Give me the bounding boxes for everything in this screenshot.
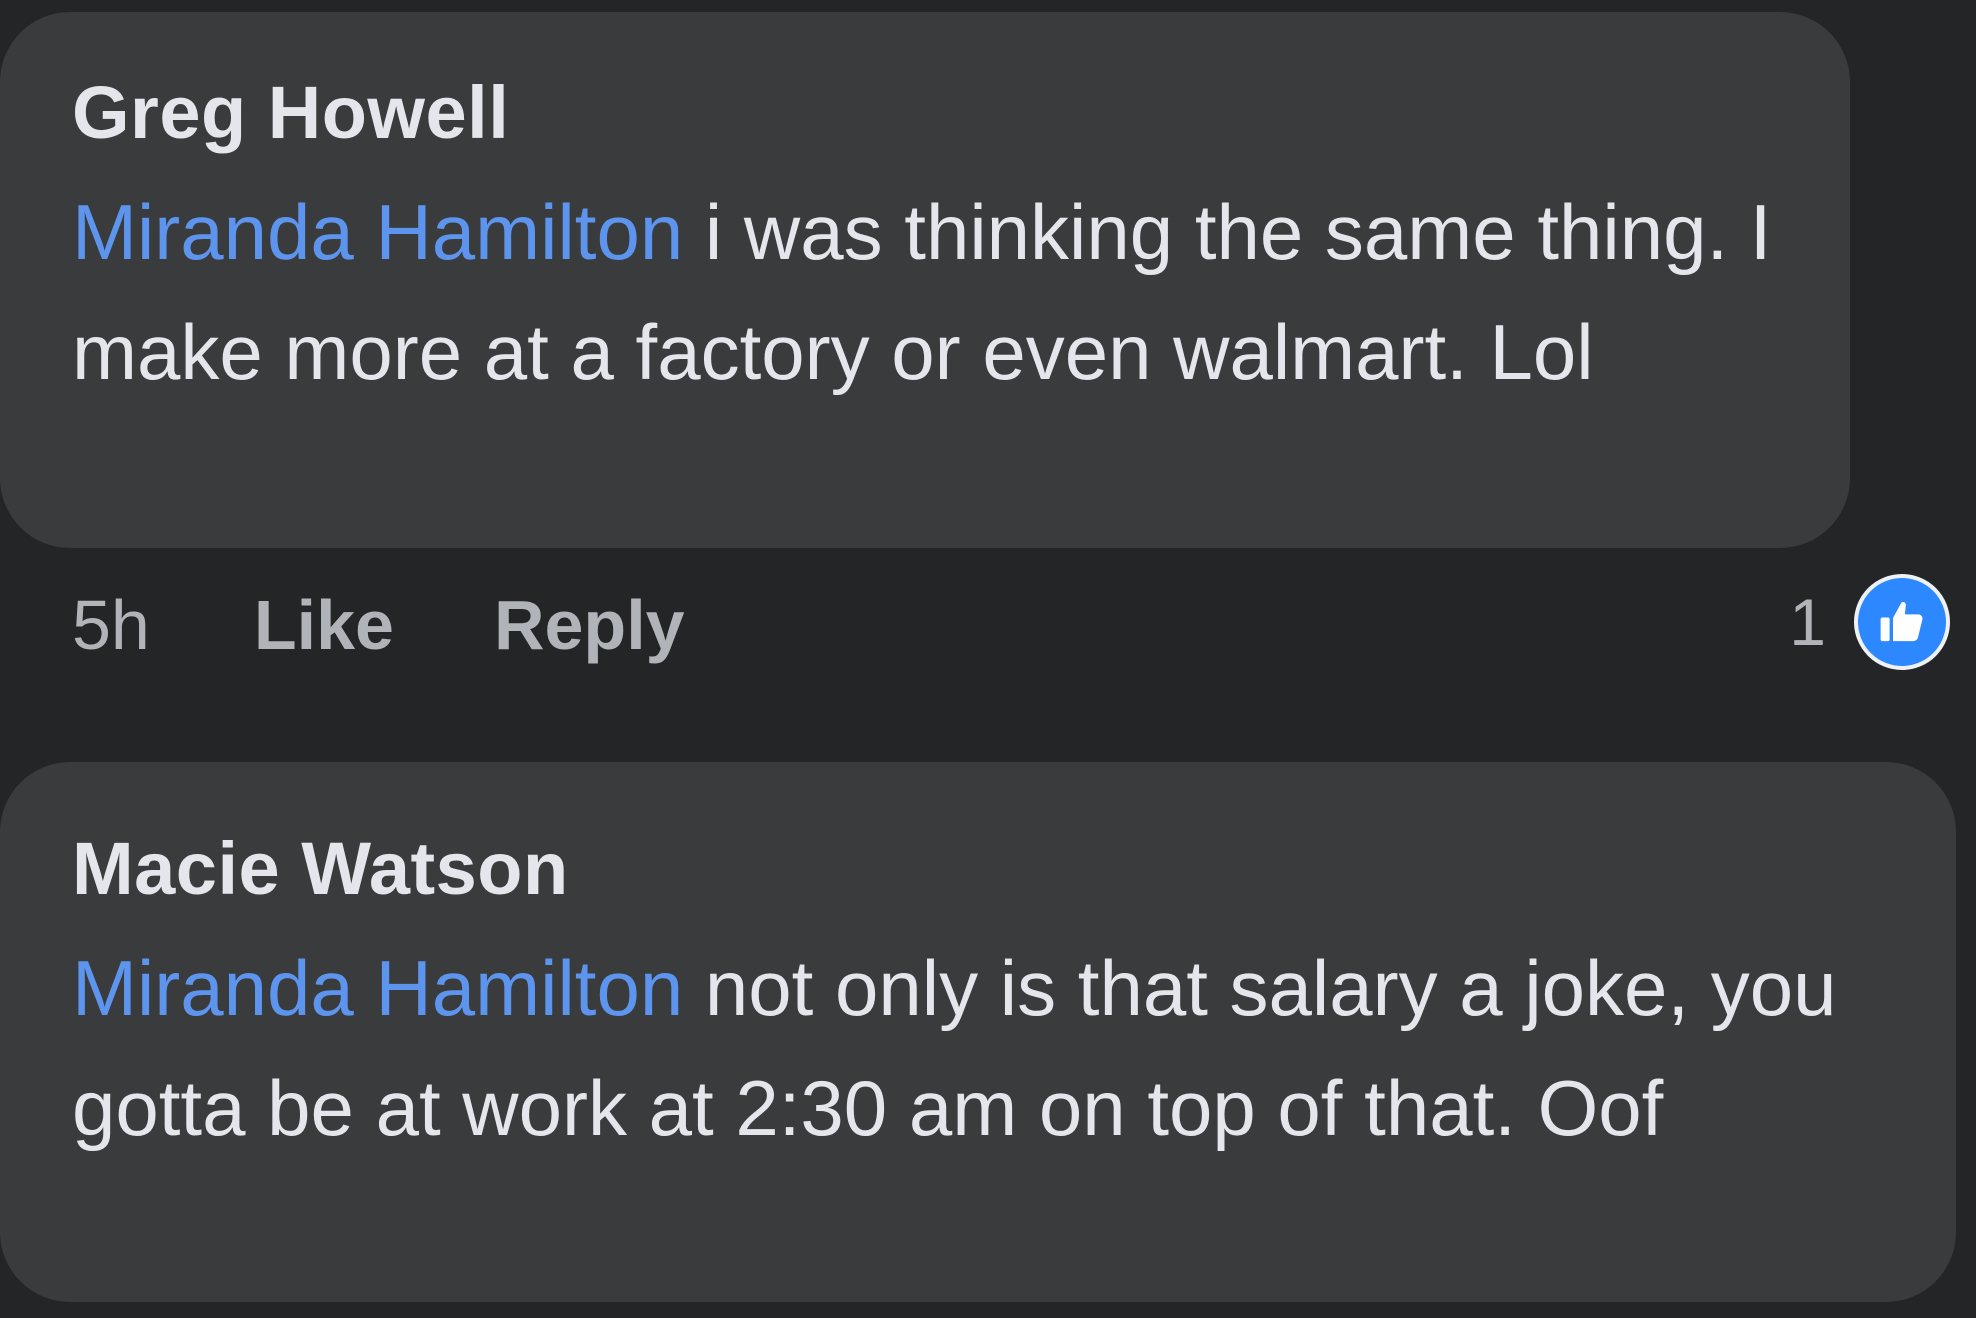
comment-author[interactable]: Macie Watson: [72, 814, 1956, 924]
mention-link[interactable]: Miranda Hamilton: [72, 944, 683, 1032]
reply-button[interactable]: Reply: [494, 585, 685, 665]
reaction-summary[interactable]: 1: [1789, 572, 1950, 672]
comment-timestamp[interactable]: 5h: [72, 585, 150, 665]
comment-bubble: Macie Watson Miranda Hamilton not only i…: [0, 762, 1956, 1302]
comment-actions: 5h Like Reply: [72, 570, 785, 680]
comments-thread: Greg Howell Miranda Hamilton i was think…: [0, 0, 1976, 1318]
thumbs-up-icon: [1854, 574, 1950, 670]
mention-link[interactable]: Miranda Hamilton: [72, 188, 683, 276]
comment-author[interactable]: Greg Howell: [72, 58, 1850, 168]
comment-text: Miranda Hamilton not only is that salary…: [72, 928, 1932, 1168]
comment-text: Miranda Hamilton i was thinking the same…: [72, 172, 1832, 412]
reaction-count: 1: [1789, 585, 1826, 659]
like-button[interactable]: Like: [254, 585, 394, 665]
thumbs-up-icon: [1880, 602, 1923, 642]
comment-bubble: Greg Howell Miranda Hamilton i was think…: [0, 12, 1850, 548]
